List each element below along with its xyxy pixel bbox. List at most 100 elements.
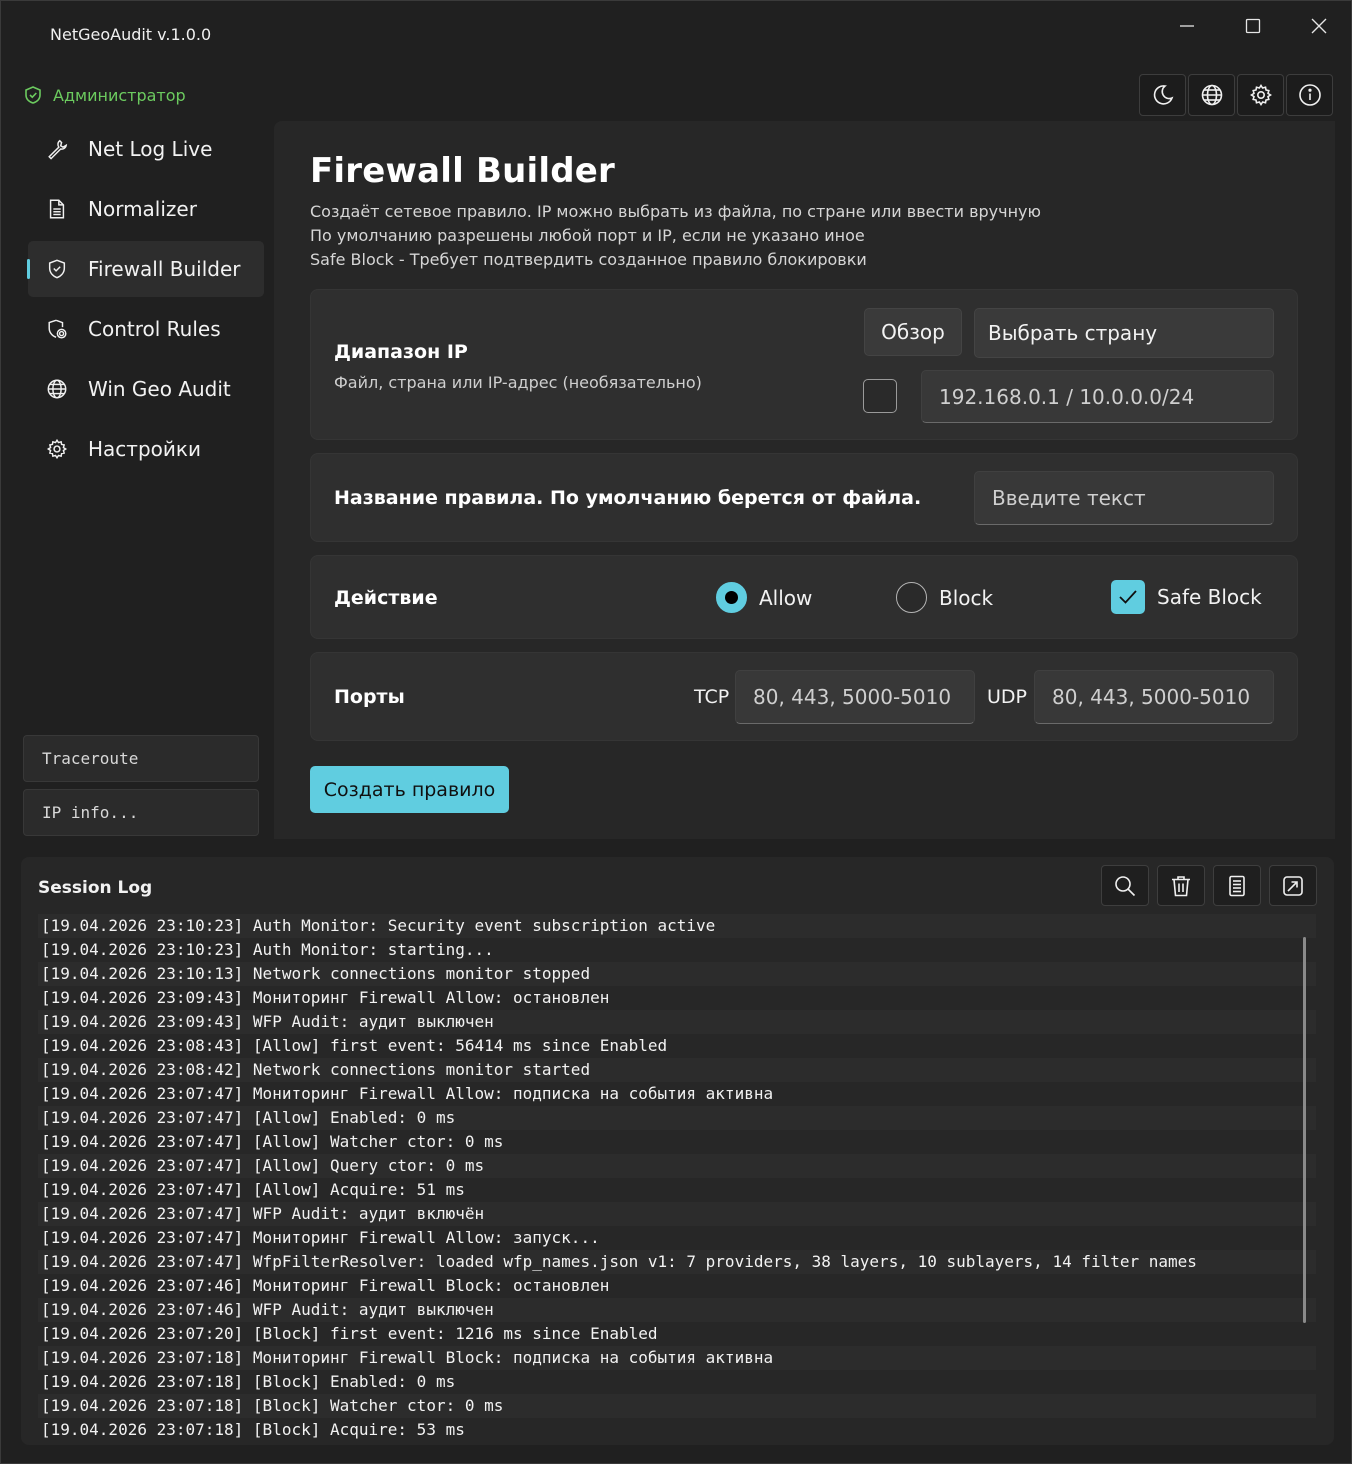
page-title: Firewall Builder [310,151,615,191]
search-icon [1115,875,1136,896]
log-line: [19.04.2026 23:07:47] WfpFilterResolver:… [38,1250,1316,1274]
log-line: [19.04.2026 23:09:43] Мониторинг Firewal… [41,988,610,1007]
minimize-icon [1180,25,1194,27]
log-line: [19.04.2026 23:09:43] WFP Audit: аудит в… [38,1010,1316,1034]
sidebar-nav: Net Log Live Normalizer Firewall Builder… [27,121,264,481]
about-button[interactable] [1286,74,1333,116]
minimize-button[interactable] [1154,1,1220,51]
sidebar-item-net-log-live[interactable]: Net Log Live [28,121,264,177]
log-scrollbar[interactable] [1303,937,1306,1323]
maximize-icon [1245,18,1261,34]
sidebar-item-control-rules[interactable]: Control Rules [28,301,264,357]
log-line: [19.04.2026 23:07:47] [Allow] Query ctor… [38,1154,1316,1178]
sidebar-item-label: Firewall Builder [88,257,241,281]
sidebar-item-normalizer[interactable]: Normalizer [28,181,264,237]
allow-radio-option[interactable]: Allow [716,582,812,613]
allow-label: Allow [759,585,813,610]
document-icon [49,199,65,219]
trash-icon [1172,875,1190,896]
app-window: NetGeoAudit v.1.0.0 Администратор Net Lo… [0,0,1352,1464]
block-label: Block [939,585,994,610]
language-button[interactable] [1188,74,1235,116]
top-toolbar [1139,74,1333,116]
sidebar-item-label: Normalizer [88,197,197,221]
udp-ports-input[interactable]: 80, 443, 5000-5010 [1034,670,1274,724]
log-line: [19.04.2026 23:10:13] Network connection… [38,962,1316,986]
action-card: Действие Allow Block Safe Block [310,555,1298,639]
ip-manual-checkbox[interactable] [863,379,897,413]
sidebar-item-label: Настройки [88,437,201,461]
ports-card: Порты TCP 80, 443, 5000-5010 UDP 80, 443… [310,652,1298,741]
list-icon [1229,875,1245,896]
log-line: [19.04.2026 23:07:46] Мониторинг Firewal… [41,1276,610,1295]
browse-button[interactable]: Обзор [864,308,962,356]
moon-icon [1153,85,1173,105]
log-line: [19.04.2026 23:08:43] [Allow] first even… [41,1036,668,1055]
sidebar-item-label: Win Geo Audit [88,377,231,401]
sidebar-item-label: Net Log Live [88,137,213,161]
log-line: [19.04.2026 23:07:47] [Allow] Watcher ct… [41,1132,504,1151]
traceroute-button[interactable]: Traceroute [23,735,259,782]
tcp-ports-input[interactable]: 80, 443, 5000-5010 [735,670,975,724]
sidebar-item-label: Control Rules [88,317,221,341]
safe-block-checkbox[interactable] [1111,580,1145,614]
app-title: NetGeoAudit v.1.0.0 [50,25,212,44]
ip-range-card: Диапазон IP Файл, страна или IP-адрес (н… [310,289,1298,440]
log-line: [19.04.2026 23:07:47] Мониторинг Firewal… [41,1228,600,1247]
rule-name-input[interactable]: Введите текст [974,471,1274,525]
globe-icon [1201,84,1222,106]
allow-radio[interactable] [716,582,747,613]
log-line: [19.04.2026 23:07:18] [Block] Acquire: 5… [41,1420,465,1439]
shield-gear-icon [48,319,67,339]
theme-button[interactable] [1139,74,1186,116]
log-line: [19.04.2026 23:10:23] Auth Monitor: Secu… [38,914,1316,938]
session-log-panel: Session Log [19.04.2026 23:10:23] Auth M… [21,857,1334,1445]
ports-label: Порты [334,686,405,708]
safe-block-option[interactable]: Safe Block [1111,580,1262,614]
settings-button[interactable] [1237,74,1284,116]
log-toolbar [1101,865,1317,906]
tcp-label: TCP [694,686,730,708]
shield-check-icon [25,86,41,104]
page-description-2: По умолчанию разрешены любой порт и IP, … [310,226,865,245]
log-output[interactable]: [19.04.2026 23:10:23] Auth Monitor: Secu… [38,914,1316,1442]
shield-icon [48,259,66,279]
checkmark-icon [1119,590,1137,604]
title-bar: NetGeoAudit v.1.0.0 [1,1,1351,69]
country-select[interactable]: Выбрать страну [974,308,1274,358]
sidebar-item-win-geo-audit[interactable]: Win Geo Audit [28,361,264,417]
close-icon [1311,18,1327,34]
log-line: [19.04.2026 23:10:23] Auth Monitor: star… [41,940,494,959]
ip-info-button[interactable]: IP info... [23,789,259,836]
log-line: [19.04.2026 23:07:47] [Allow] Enabled: 0… [38,1106,1316,1130]
log-clear-button[interactable] [1157,865,1205,906]
page-description-1: Создаёт сетевое правило. IP можно выбрат… [310,202,1041,221]
role-badge: Администратор [23,85,186,105]
page-description-3: Safe Block - Требует подтвердить созданн… [310,250,867,269]
log-line: [19.04.2026 23:07:18] [Block] Enabled: 0… [41,1372,456,1391]
rule-name-label: Название правила. По умолчанию берется о… [334,487,922,509]
log-popout-button[interactable] [1269,865,1317,906]
role-label: Администратор [53,85,186,105]
sidebar-item-settings[interactable]: Настройки [28,421,264,477]
block-radio-option[interactable]: Block [896,582,993,613]
block-radio[interactable] [896,582,927,613]
info-icon [1298,84,1321,106]
action-label: Действие [334,587,438,609]
log-view-button[interactable] [1213,865,1261,906]
ip-address-input[interactable]: 192.168.0.1 / 10.0.0.0/24 [921,370,1274,423]
log-search-button[interactable] [1101,865,1149,906]
udp-label: UDP [987,686,1027,708]
close-button[interactable] [1286,1,1352,51]
ip-range-label: Диапазон IP [334,341,468,363]
session-log-title: Session Log [38,878,153,898]
safe-block-label: Safe Block [1157,585,1262,609]
wrench-icon [48,139,68,160]
sidebar-item-firewall-builder[interactable]: Firewall Builder [27,241,264,297]
log-line: [19.04.2026 23:07:18] [Block] Watcher ct… [38,1394,1316,1418]
gear-icon [1249,84,1272,106]
maximize-button[interactable] [1220,1,1286,51]
create-rule-button[interactable]: Создать правило [310,766,509,813]
open-external-icon [1283,875,1303,896]
log-line: [19.04.2026 23:07:20] [Block] first even… [41,1324,658,1343]
